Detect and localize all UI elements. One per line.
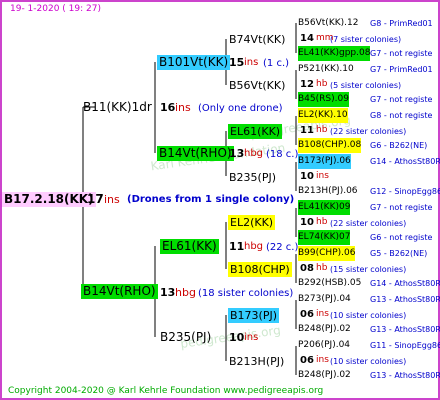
parent-node-2[interactable]: B56Vt(KK) (229, 78, 285, 93)
gen2-note-3: (22 c.) (266, 242, 299, 253)
gen3-count: 10 (300, 217, 314, 228)
gen2-note-1: (1 c.) (263, 58, 290, 69)
gen1-unit-1: ins (175, 101, 191, 114)
gen3-node-b[interactable]: B292(HSB).05 (298, 276, 361, 291)
gen3-unit: ins (316, 171, 329, 181)
gen3-lineage-a: G8 - not registe (370, 111, 433, 120)
gen3-node-a[interactable]: B99(CHP).06 (298, 246, 356, 261)
gen1-node-2[interactable]: B14Vt(RHO) (81, 284, 158, 299)
root-count: 17 (87, 192, 104, 206)
gen3-note: (22 sister colonies) (330, 219, 407, 228)
gen3-unit: hb (316, 263, 328, 273)
gen2-unit-1: ins (244, 57, 259, 68)
gen3-node-a[interactable]: P206(PJ).04 (298, 338, 350, 353)
gen1-node-1[interactable]: B11(KK)1dr (83, 100, 152, 115)
gen2-unit-2: hbg (244, 148, 264, 159)
gen3-unit: hb (316, 79, 328, 89)
gen3-note: (10 sister colonies) (330, 311, 407, 320)
gen3-count: 14 (300, 33, 314, 44)
gen3-node-a[interactable]: B273(PJ).04 (298, 292, 351, 307)
gen3-node-b[interactable]: B108(CHP).08 (298, 138, 362, 153)
parent-node-5[interactable]: EL2(KK) (228, 215, 276, 230)
gen3-count: 11 (300, 125, 314, 136)
gen2-unit-3: hbg (244, 241, 264, 252)
gen3-node-a[interactable]: B56Vt(KK).12 (298, 16, 358, 31)
gen3-lineage-a: G8 - PrimRed01 (370, 19, 433, 28)
gen3-count: 10 (300, 171, 314, 182)
parent-node-4[interactable]: B235(PJ) (229, 170, 276, 185)
parent-node-1[interactable]: B74Vt(KK) (229, 32, 285, 47)
gen3-lineage-a: G7 - not registe (370, 203, 433, 212)
gen2-count-2: 13 (229, 147, 245, 160)
header-date: 19- 1-2020 ( 19: 27) (10, 4, 101, 14)
gen3-unit: ins (316, 309, 329, 319)
gen1-note-2: (18 sister colonies) (198, 288, 294, 299)
gen2-unit-4: ins (244, 332, 259, 343)
gen3-lineage-b: G7 - not registe (370, 49, 433, 58)
gen3-lineage-b: G13 - AthosSt80R (370, 371, 440, 380)
gen3-lineage-a: G5 - B262(NE) (370, 249, 428, 258)
gen3-node-a[interactable]: EL41(KK)09 (298, 200, 351, 215)
gen3-node-b[interactable]: B213H(PJ).06 (298, 184, 358, 199)
gen2-node-4[interactable]: B235(PJ) (160, 330, 211, 345)
parent-node-8[interactable]: B213H(PJ) (229, 354, 284, 369)
parent-node-6[interactable]: B108(CHP) (228, 262, 292, 277)
gen3-lineage-b: G13 - AthosSt80R (370, 325, 440, 334)
root-note: (Drones from 1 single colony) (127, 194, 295, 205)
footer-copyright: Copyright 2004-2020 @ Karl Kehrle Founda… (8, 386, 324, 396)
gen3-lineage-b: G7 - not registe (370, 95, 433, 104)
gen3-count: 06 (300, 355, 314, 366)
gen3-lineage-a: G14 - AthosSt80R (370, 157, 440, 166)
gen3-count: 06 (300, 309, 314, 320)
gen3-unit: hb (316, 217, 328, 227)
gen3-lineage-b: G12 - SinopEgg86R (370, 187, 440, 196)
gen3-note: (10 sister colonies) (330, 357, 407, 366)
gen2-count-1: 15 (229, 56, 245, 69)
root-node[interactable]: B17.2.18(KK) (2, 192, 96, 207)
parent-node-3[interactable]: EL61(KK) (228, 124, 283, 139)
gen3-node-b[interactable]: B45(RS).09 (298, 92, 349, 107)
gen1-unit-2: hbg (175, 286, 196, 299)
gen3-count: 12 (300, 79, 314, 90)
gen2-node-3[interactable]: EL61(KK) (160, 239, 219, 254)
gen3-lineage-a: G7 - PrimRed01 (370, 65, 433, 74)
parent-node-7[interactable]: B173(PJ) (228, 308, 280, 323)
gen3-note: (5 sister colonies) (330, 81, 402, 90)
gen3-unit: ins (316, 355, 329, 365)
gen3-node-a[interactable]: P521(KK).10 (298, 62, 354, 77)
gen2-node-2[interactable]: B14Vt(RHO) (157, 146, 234, 161)
gen3-note: (7 sister colonies) (330, 35, 402, 44)
gen1-count-2: 13 (160, 286, 176, 299)
gen3-lineage-a: G13 - AthosSt80R (370, 295, 440, 304)
gen3-count: 08 (300, 263, 314, 274)
gen2-note-2: (18 c.) (266, 149, 299, 160)
gen2-node-1[interactable]: B101Vt(KK) (157, 55, 231, 70)
gen3-lineage-a: G11 - SinopEgg86R (370, 341, 440, 350)
gen3-node-a[interactable]: EL2(KK).10 (298, 108, 348, 123)
gen3-unit: hb (316, 125, 328, 135)
gen3-node-b[interactable]: EL74(KK)07 (298, 230, 351, 245)
gen3-node-a[interactable]: B173(PJ).06 (298, 154, 351, 169)
gen3-node-b[interactable]: B248(PJ).02 (298, 368, 351, 383)
gen2-count-4: 10 (229, 331, 245, 344)
gen3-node-b[interactable]: B248(PJ).02 (298, 322, 351, 337)
gen3-node-b[interactable]: EL41(KK)gpp.08 (298, 46, 371, 61)
gen3-lineage-b: G14 - AthosSt80R (370, 279, 440, 288)
gen3-note: (22 sister colonies) (330, 127, 407, 136)
gen3-lineage-b: G6 - not registe (370, 233, 433, 242)
gen3-lineage-b: G6 - B262(NE) (370, 141, 428, 150)
gen3-note: (15 sister colonies) (330, 265, 407, 274)
gen1-count-1: 16 (160, 101, 176, 114)
gen1-note-1: (Only one drone) (198, 103, 283, 114)
gen2-count-3: 11 (229, 240, 245, 253)
root-unit: ins (104, 193, 120, 206)
